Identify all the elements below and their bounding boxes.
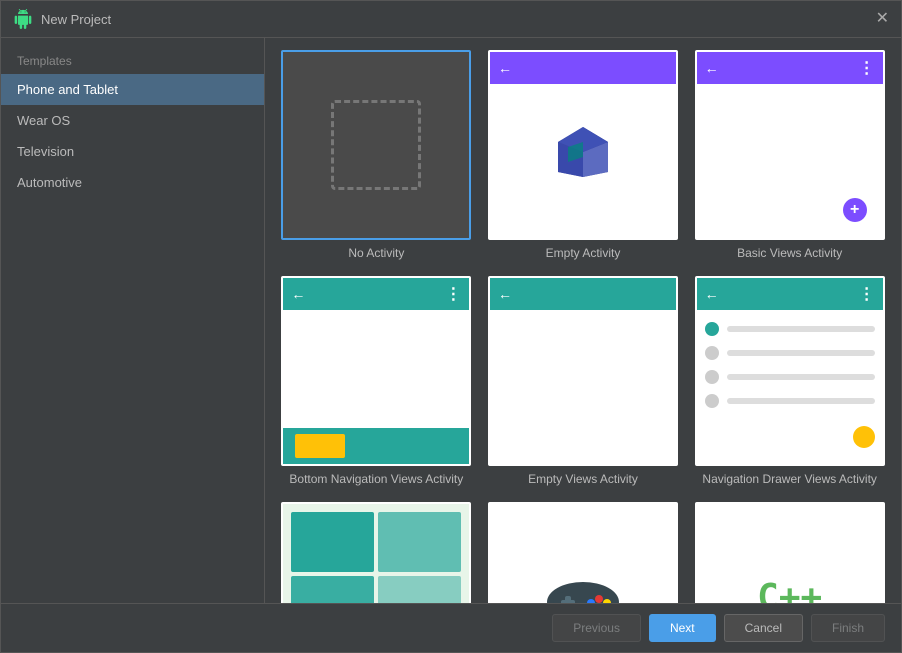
- basic-views-fab: +: [843, 198, 867, 222]
- dialog-title: New Project: [41, 12, 111, 27]
- chart-grid: [283, 504, 469, 603]
- template-label-nav-drawer: Navigation Drawer Views Activity: [702, 472, 877, 486]
- template-thumb-game: [488, 502, 678, 603]
- phone-mock-empty-views: ←: [490, 278, 676, 464]
- next-button[interactable]: Next: [649, 614, 716, 642]
- template-thumb-basic-views: ← ⋮ +: [695, 50, 885, 240]
- template-label-empty-activity: Empty Activity: [546, 246, 621, 260]
- chart-cell-3: [291, 576, 374, 603]
- template-game-activity[interactable]: Game Activity: [488, 502, 679, 603]
- back-arrow-icon2: ←: [705, 60, 719, 76]
- template-chart-activity[interactable]: Primary/Detail Views Activity: [281, 502, 472, 603]
- chart-thumb: [283, 504, 469, 603]
- nav-drawer-toolbar: ← ⋮: [697, 278, 883, 310]
- more-vert-icon3: ⋮: [445, 284, 461, 304]
- back-arrow-icon5: ←: [705, 286, 719, 302]
- template-label-basic-views: Basic Views Activity: [737, 246, 842, 260]
- nav-drawer-fab: [853, 426, 875, 448]
- empty-activity-content: [490, 84, 676, 238]
- finish-button[interactable]: Finish: [811, 614, 885, 642]
- template-bottom-nav[interactable]: ← ⋮ Bottom Navigation Views Activity: [281, 276, 472, 486]
- cpp-text: C++: [757, 577, 822, 604]
- cancel-button[interactable]: Cancel: [724, 614, 803, 642]
- bottom-nav-indicator: [295, 434, 345, 458]
- drawer-line-2: [727, 350, 875, 356]
- templates-section-label: Templates: [1, 46, 264, 74]
- template-thumb-nav-drawer: ← ⋮: [695, 276, 885, 466]
- gamepad-icon: [543, 567, 623, 603]
- no-activity-dashed-rect: [331, 100, 421, 190]
- back-arrow-icon4: ←: [498, 286, 512, 302]
- sidebar-item-phone-tablet[interactable]: Phone and Tablet: [1, 74, 264, 105]
- phone-mock-nav-drawer: ← ⋮: [697, 278, 883, 464]
- previous-button[interactable]: Previous: [552, 614, 641, 642]
- template-label-empty-views: Empty Views Activity: [528, 472, 638, 486]
- empty-activity-logo: [553, 122, 613, 187]
- cpp-thumb: C++: [697, 504, 883, 603]
- back-arrow-icon: ←: [498, 60, 512, 76]
- template-nav-drawer[interactable]: ← ⋮: [694, 276, 885, 486]
- cube-icon: [553, 122, 613, 182]
- bottom-nav-toolbar: ← ⋮: [283, 278, 469, 310]
- drawer-dot-3: [705, 370, 719, 384]
- template-thumb-empty-views: ←: [488, 276, 678, 466]
- empty-activity-toolbar: ←: [490, 52, 676, 84]
- templates-grid: No Activity ←: [281, 50, 885, 603]
- empty-views-toolbar: ←: [490, 278, 676, 310]
- more-vert-icon2: ⋮: [859, 58, 875, 78]
- templates-content: No Activity ←: [265, 38, 901, 603]
- bottom-nav-bar: [283, 428, 469, 464]
- sidebar-item-wear-os[interactable]: Wear OS: [1, 105, 264, 136]
- dialog-body: Templates Phone and Tablet Wear OS Telev…: [1, 38, 901, 603]
- back-arrow-icon3: ←: [291, 286, 305, 302]
- sidebar-item-automotive[interactable]: Automotive: [1, 167, 264, 198]
- basic-views-toolbar: ← ⋮: [697, 52, 883, 84]
- sidebar-item-television[interactable]: Television: [1, 136, 264, 167]
- drawer-item-4: [705, 394, 875, 408]
- more-vert-icon5: ⋮: [859, 284, 875, 304]
- drawer-line-4: [727, 398, 875, 404]
- drawer-dot-4: [705, 394, 719, 408]
- template-empty-activity[interactable]: ←: [488, 50, 679, 260]
- template-label-no-activity: No Activity: [348, 246, 404, 260]
- template-no-activity[interactable]: No Activity: [281, 50, 472, 260]
- template-cpp-activity[interactable]: C++ Native C++: [694, 502, 885, 603]
- template-basic-views[interactable]: ← ⋮ + Basic Views Activity: [694, 50, 885, 260]
- title-bar: New Project ✕: [1, 1, 901, 38]
- new-project-dialog: New Project ✕ Templates Phone and Tablet…: [0, 0, 902, 653]
- chart-cell-4: [378, 576, 461, 603]
- template-thumb-empty-activity: ←: [488, 50, 678, 240]
- drawer-item-3: [705, 370, 875, 384]
- gamepad-thumb: [490, 504, 676, 603]
- sidebar: Templates Phone and Tablet Wear OS Telev…: [1, 38, 265, 603]
- phone-mock-empty: ←: [490, 52, 676, 238]
- template-thumb-no-activity: [281, 50, 471, 240]
- chart-cell-1: [291, 512, 374, 572]
- template-label-bottom-nav: Bottom Navigation Views Activity: [289, 472, 463, 486]
- template-thumb-chart: [281, 502, 471, 603]
- template-empty-views[interactable]: ← Empty Views Activity: [488, 276, 679, 486]
- drawer-items: [697, 310, 883, 430]
- empty-views-content: [490, 310, 676, 464]
- template-thumb-bottom-nav: ← ⋮: [281, 276, 471, 466]
- drawer-line-3: [727, 374, 875, 380]
- drawer-dot-1: [705, 322, 719, 336]
- phone-mock-basic: ← ⋮ +: [697, 52, 883, 238]
- chart-cell-2: [378, 512, 461, 572]
- template-thumb-cpp: C++: [695, 502, 885, 603]
- drawer-line-1: [727, 326, 875, 332]
- dialog-footer: Previous Next Cancel Finish: [1, 603, 901, 652]
- drawer-item-2: [705, 346, 875, 360]
- close-button[interactable]: ✕: [876, 11, 889, 27]
- drawer-dot-2: [705, 346, 719, 360]
- phone-mock-bottom-nav: ← ⋮: [283, 278, 469, 464]
- bottom-nav-content: [283, 310, 469, 428]
- android-icon: [13, 9, 33, 29]
- drawer-item-1: [705, 322, 875, 336]
